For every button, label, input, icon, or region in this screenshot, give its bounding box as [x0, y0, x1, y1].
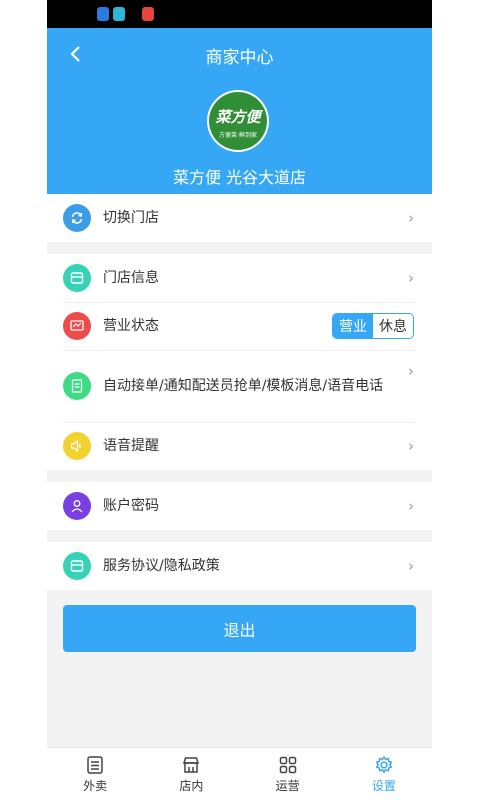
store-icon — [63, 552, 91, 580]
agreement-row[interactable]: 服务协议/隐私政策 › — [47, 542, 432, 590]
monitor-icon — [63, 312, 91, 340]
group-store: 门店信息 › 营业状态 营业 休息 自动接单/通知配送员抢单/模板消息/语音电话… — [47, 254, 432, 470]
voice-reminder-label: 语音提醒 — [103, 437, 159, 454]
business-status-label: 营业状态 — [103, 317, 159, 334]
chevron-right-icon: › — [408, 269, 414, 287]
group-account: 账户密码 › — [47, 482, 432, 530]
business-status-row: 营业状态 营业 休息 — [47, 302, 432, 350]
chevron-right-icon: › — [408, 497, 414, 515]
page-title: 商家中心 — [205, 48, 274, 68]
phone-screen: 商家中心 菜方便 方便菜·鲜到家 菜方便 光谷大道店 切换门店 › 门店信息 › — [47, 0, 432, 800]
business-status-toggle[interactable]: 营业 休息 — [332, 313, 414, 339]
gear-icon — [375, 755, 393, 773]
switch-store-row[interactable]: 切换门店 › — [47, 194, 432, 242]
group-switch: 切换门店 › — [47, 194, 432, 242]
user-icon — [63, 492, 91, 520]
auto-settings-label: 自动接单/通知配送员抢单/模板消息/语音电话 — [103, 377, 384, 394]
chevron-right-icon: › — [408, 557, 414, 575]
status-bar — [47, 0, 432, 28]
search-app-icon — [113, 7, 125, 21]
switch-store-label: 切换门店 — [103, 209, 159, 226]
tab-settings-label: 设置 — [371, 778, 396, 793]
tab-in-store[interactable]: 店内 — [143, 748, 239, 800]
chevron-right-icon: › — [408, 209, 414, 227]
bottom-tab-bar: 外卖 店内 运营 设置 — [47, 747, 432, 800]
document-icon — [63, 372, 91, 400]
store-info-row[interactable]: 门店信息 › — [47, 254, 432, 302]
list-icon — [87, 755, 103, 774]
mail-app-icon — [142, 7, 154, 21]
store-logo: 菜方便 方便菜·鲜到家 — [207, 90, 269, 152]
speaker-icon — [63, 432, 91, 460]
logo-badge: 菜方便 方便菜·鲜到家 — [209, 92, 267, 150]
agreement-label: 服务协议/隐私政策 — [103, 557, 220, 574]
auto-settings-row[interactable]: 自动接单/通知配送员抢单/模板消息/语音电话 › — [47, 350, 432, 422]
account-password-label: 账户密码 — [103, 497, 159, 514]
status-closed-option[interactable]: 休息 — [373, 314, 413, 338]
logout-button[interactable]: 退出 — [63, 605, 416, 652]
tab-operations-label: 运营 — [275, 778, 300, 793]
tab-operations[interactable]: 运营 — [240, 748, 336, 800]
tab-takeout-label: 外卖 — [83, 778, 108, 793]
refresh-icon — [63, 204, 91, 232]
tab-takeout[interactable]: 外卖 — [47, 748, 143, 800]
store-icon — [63, 264, 91, 292]
notification-icon — [97, 7, 109, 21]
grid-icon — [279, 756, 296, 773]
store-name: 菜方便 光谷大道店 — [172, 168, 307, 187]
group-agreement: 服务协议/隐私政策 › — [47, 542, 432, 590]
chevron-right-icon: › — [408, 437, 414, 455]
logo-subtext: 方便菜·鲜到家 — [219, 132, 257, 139]
storefront-icon — [183, 756, 200, 773]
voice-reminder-row[interactable]: 语音提醒 › — [47, 422, 432, 470]
status-open-option[interactable]: 营业 — [333, 314, 373, 338]
logo-text: 菜方便 — [215, 108, 261, 126]
chevron-right-icon: › — [408, 362, 414, 380]
tab-in-store-label: 店内 — [179, 778, 204, 793]
store-info-label: 门店信息 — [103, 269, 159, 286]
tab-settings[interactable]: 设置 — [336, 748, 432, 800]
header: 商家中心 菜方便 方便菜·鲜到家 菜方便 光谷大道店 — [47, 28, 432, 194]
account-password-row[interactable]: 账户密码 › — [47, 482, 432, 530]
